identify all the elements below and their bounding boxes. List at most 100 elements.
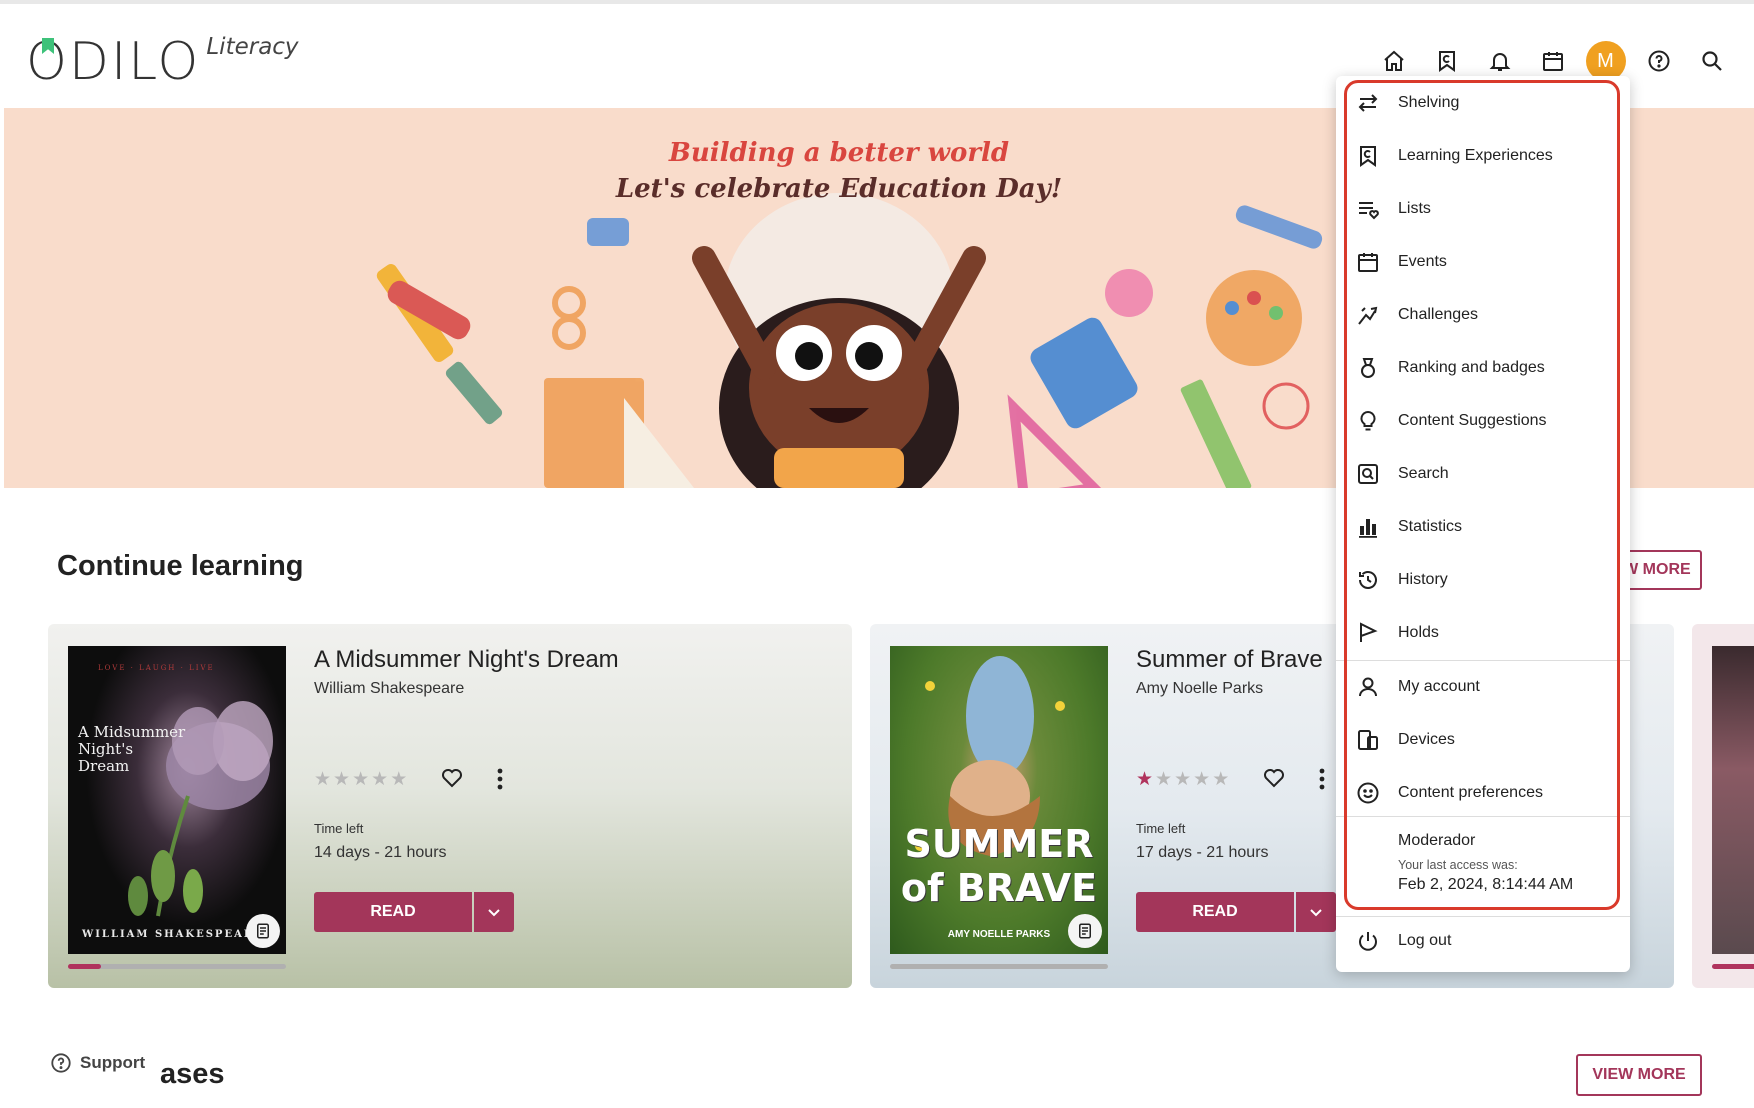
menu-item-learning-experiences[interactable]: Learning Experiences (1336, 133, 1630, 179)
book-card[interactable]: LOVE · LAUGH · LIVE A Midsummer Night's … (48, 624, 852, 988)
menu-item-label: Lists (1398, 200, 1431, 217)
read-button[interactable]: READ (314, 892, 472, 932)
book-title[interactable]: Summer of Brave (1136, 646, 1323, 674)
user-role: Moderador (1398, 832, 1476, 849)
search-icon[interactable] (1685, 40, 1738, 82)
star-icon[interactable]: ★ (333, 768, 350, 790)
book-title[interactable]: A Midsummer Night's Dream (314, 646, 619, 674)
swap-icon (1356, 91, 1380, 115)
flag-icon (1356, 621, 1380, 645)
menu-item-label: Holds (1398, 624, 1439, 641)
book-cover[interactable]: SUMMER of BRAVE AMY NOELLE PARKS (890, 646, 1108, 954)
support-button[interactable]: Support (50, 1052, 145, 1074)
chevron-down-icon (488, 909, 500, 917)
document-format-icon (246, 914, 280, 948)
power-icon (1356, 929, 1380, 953)
menu-divider (1336, 816, 1630, 817)
menu-item-ranking-and-badges[interactable]: Ranking and badges (1336, 345, 1630, 391)
menu-item-devices[interactable]: Devices (1336, 717, 1630, 763)
menu-item-label: Content Suggestions (1398, 412, 1547, 429)
book-author[interactable]: William Shakespeare (314, 680, 464, 698)
time-left-value: 17 days - 21 hours (1136, 844, 1269, 861)
lightbulb-icon (1356, 409, 1380, 433)
star-icon[interactable]: ★ (371, 768, 388, 790)
menu-item-holds[interactable]: Holds (1336, 610, 1630, 656)
menu-item-statistics[interactable]: Statistics (1336, 504, 1630, 550)
star-icon[interactable]: ★ (314, 768, 331, 790)
time-left-value: 14 days - 21 hours (314, 844, 447, 861)
document-format-icon (1068, 914, 1102, 948)
menu-item-label: Shelving (1398, 94, 1460, 111)
menu-item-label: Search (1398, 465, 1449, 482)
menu-item-history[interactable]: History (1336, 557, 1630, 603)
continue-learning-title: Continue learning (57, 550, 304, 582)
history-icon (1356, 568, 1380, 592)
menu-divider (1336, 916, 1630, 917)
menu-item-label: Challenges (1398, 306, 1479, 323)
book-author[interactable]: Amy Noelle Parks (1136, 680, 1263, 698)
last-access-label: Your last access was: (1398, 858, 1518, 872)
star-icon[interactable]: ★ (352, 768, 369, 790)
menu-item-label: Devices (1398, 731, 1455, 748)
cover-author: WILLIAM SHAKESPEARE (82, 929, 264, 940)
devices-icon (1356, 728, 1380, 752)
star-icon[interactable]: ★ (1193, 768, 1210, 790)
menu-item-label: Content preferences (1398, 784, 1543, 801)
calendar-icon (1356, 250, 1380, 274)
bar-chart-icon (1356, 515, 1380, 539)
menu-item-challenges[interactable]: Challenges (1336, 292, 1630, 338)
star-icon[interactable]: ★ (1155, 768, 1172, 790)
book-cover[interactable]: LOVE · LAUGH · LIVE A Midsummer Night's … (68, 646, 286, 954)
user-info: Moderador Your last access was: Feb 2, 2… (1398, 832, 1573, 894)
odilo-logo[interactable]: ODILO Literacy (26, 32, 299, 92)
book-card-partial[interactable] (1692, 624, 1754, 988)
menu-item-label: Learning Experiences (1398, 147, 1553, 164)
more-options-icon[interactable] (496, 767, 504, 795)
menu-item-lists[interactable]: Lists (1336, 186, 1630, 232)
menu-item-content-preferences[interactable]: Content preferences (1336, 770, 1630, 816)
favorite-heart-icon[interactable] (440, 766, 464, 794)
cover-title: SUMMER of BRAVE (900, 822, 1098, 910)
menu-item-log-out[interactable]: Log out (1336, 918, 1630, 964)
menu-item-label: Ranking and badges (1398, 359, 1545, 376)
read-button[interactable]: READ (1136, 892, 1294, 932)
reading-progress-bar (68, 964, 286, 969)
star-rating[interactable]: ★ ★ ★ ★ ★ (1136, 768, 1229, 790)
reading-progress-bar (1712, 964, 1754, 969)
menu-item-events[interactable]: Events (1336, 239, 1630, 285)
avatar: M (1585, 41, 1626, 81)
releases-title: ases (160, 1058, 225, 1090)
reading-progress-fill (68, 964, 101, 969)
medal-icon (1356, 356, 1380, 380)
menu-item-content-suggestions[interactable]: Content Suggestions (1336, 398, 1630, 444)
more-options-icon[interactable] (1318, 767, 1326, 795)
challenge-icon (1356, 303, 1380, 327)
menu-item-label: Events (1398, 253, 1447, 270)
read-options-dropdown[interactable] (1296, 892, 1336, 932)
menu-divider (1336, 660, 1630, 661)
logo-subtitle: Literacy (206, 34, 299, 60)
star-icon[interactable]: ★ (390, 768, 407, 790)
book-cover[interactable] (1712, 646, 1754, 954)
list-heart-icon (1356, 197, 1380, 221)
cover-flower-art (128, 701, 273, 917)
releases-view-more-button[interactable]: VIEW MORE (1576, 1054, 1702, 1096)
chevron-down-icon (1310, 909, 1322, 917)
menu-item-search[interactable]: Search (1336, 451, 1630, 497)
smiley-icon (1356, 781, 1380, 805)
reading-progress-bar (890, 964, 1108, 969)
menu-item-label: Log out (1398, 932, 1452, 949)
menu-item-my-account[interactable]: My account (1336, 664, 1630, 710)
star-icon[interactable]: ★ (1136, 768, 1153, 790)
read-options-dropdown[interactable] (474, 892, 514, 932)
help-icon[interactable] (1632, 40, 1685, 82)
time-left-label: Time left (314, 821, 364, 836)
star-icon[interactable]: ★ (1174, 768, 1191, 790)
star-icon[interactable]: ★ (1212, 768, 1229, 790)
star-rating[interactable]: ★ ★ ★ ★ ★ (314, 768, 407, 790)
search-box-icon (1356, 462, 1380, 486)
menu-item-shelving[interactable]: Shelving (1336, 80, 1630, 126)
cover-title: A Midsummer Night's Dream (78, 723, 186, 775)
favorite-heart-icon[interactable] (1262, 766, 1286, 794)
learning-experiences-icon (1356, 144, 1380, 168)
